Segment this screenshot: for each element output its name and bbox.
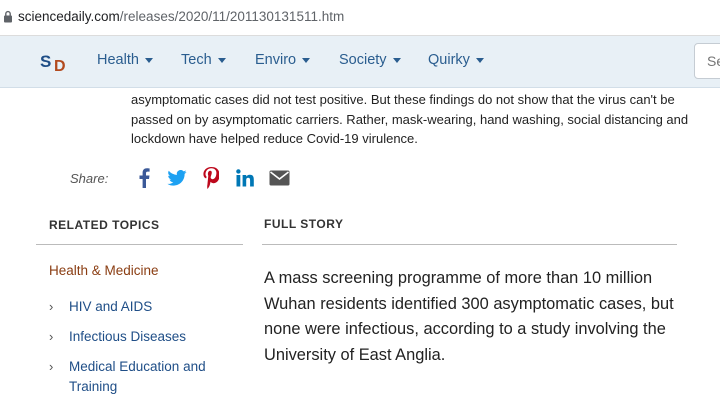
url-domain: sciencedaily.com [18, 9, 120, 24]
email-icon[interactable] [269, 170, 290, 191]
logo-d: D [54, 58, 66, 75]
chevron-right-icon: › [49, 329, 54, 344]
nav-item-label: Enviro [255, 52, 297, 68]
lock-icon [3, 10, 13, 28]
share-label: Share: [70, 171, 109, 186]
nav-item-label: Quirky [428, 52, 470, 68]
divider [262, 244, 677, 245]
nav-item-label: Society [339, 52, 387, 68]
related-topics-heading: RELATED TOPICS [49, 218, 160, 232]
site-nav-bar: S D Health Tech Enviro Society Quirky [0, 36, 720, 88]
full-story-heading: FULL STORY [264, 217, 344, 231]
url-text[interactable]: sciencedaily.com/releases/2020/11/201130… [18, 9, 344, 24]
related-topic-label: Infectious Diseases [69, 329, 187, 344]
nav-item-label: Health [97, 52, 139, 68]
divider [36, 244, 243, 245]
nav-item-quirky[interactable]: Quirky [428, 52, 484, 68]
logo-s: S [40, 52, 52, 71]
nav-item-tech[interactable]: Tech [181, 52, 226, 68]
facebook-icon[interactable] [138, 168, 150, 193]
nav-item-society[interactable]: Society [339, 52, 401, 68]
related-topics-category-link[interactable]: Health & Medicine [49, 263, 159, 278]
caret-down-icon [475, 57, 484, 63]
search-input[interactable] [694, 43, 720, 79]
chevron-right-icon: › [49, 299, 54, 314]
chevron-right-icon: › [49, 359, 54, 374]
related-topic-label: Medical Education and Training [69, 359, 206, 394]
caret-down-icon [144, 57, 153, 63]
caret-down-icon [217, 57, 226, 63]
browser-address-bar[interactable]: sciencedaily.com/releases/2020/11/201130… [0, 0, 720, 36]
url-path: /releases/2020/11/201130131511.htm [119, 9, 345, 24]
twitter-icon[interactable] [167, 170, 187, 191]
story-lead-paragraph: A mass screening programme of more than … [264, 269, 674, 364]
related-topic-label: HIV and AIDS [69, 299, 153, 314]
nav-item-health[interactable]: Health [97, 52, 153, 68]
caret-down-icon [392, 57, 401, 63]
article-intro-paragraph: asymptomatic cases did not test positive… [131, 92, 689, 147]
caret-down-icon [302, 57, 311, 63]
nav-item-enviro[interactable]: Enviro [255, 52, 311, 68]
pinterest-icon[interactable] [203, 167, 220, 194]
linkedin-icon[interactable] [236, 169, 254, 192]
nav-item-label: Tech [181, 52, 212, 68]
